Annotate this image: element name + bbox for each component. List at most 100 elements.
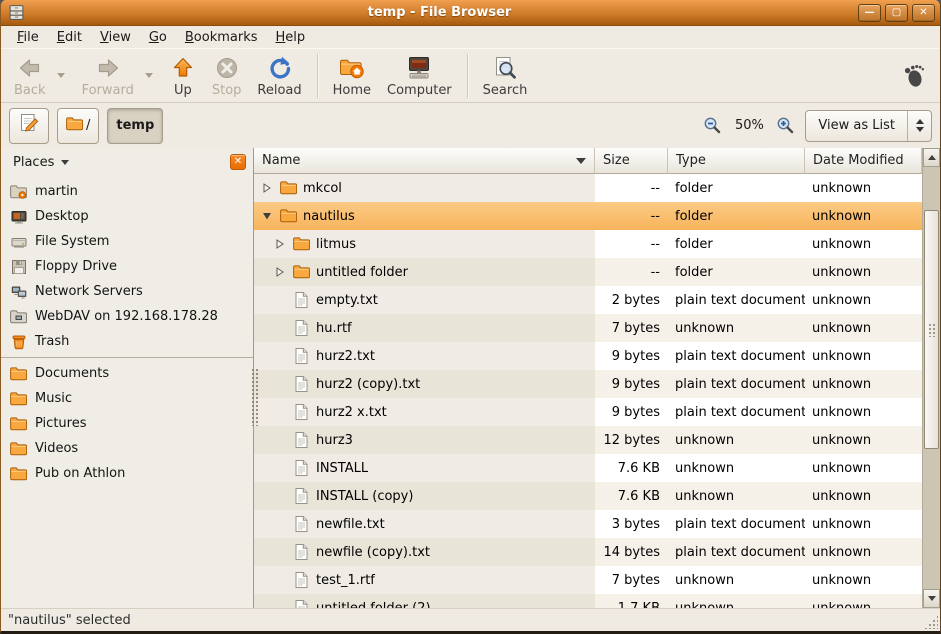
file-row-untitled-folder-2[interactable]: untitled folder (2)1.7 KBunknownunknown (254, 594, 922, 608)
expander-collapsed-icon[interactable] (260, 183, 273, 193)
file-row-install[interactable]: INSTALL7.6 KBunknownunknown (254, 454, 922, 482)
file-row-install-copy[interactable]: INSTALL (copy)7.6 KBunknownunknown (254, 482, 922, 510)
edit-location-button[interactable] (9, 108, 49, 144)
sidebar-item-documents[interactable]: Documents (1, 361, 253, 386)
file-row-untitled-folder[interactable]: untitled folder--folderunknown (254, 258, 922, 286)
view-mode-select[interactable]: View as List (805, 110, 932, 142)
file-row-hurz2-copy-txt[interactable]: hurz2 (copy).txt9 bytesplain text docume… (254, 370, 922, 398)
scrollbar-thumb[interactable] (924, 210, 939, 449)
file-row-newfile-copy-txt[interactable]: newfile (copy).txt14 bytesplain text doc… (254, 538, 922, 566)
column-header-label: Name (262, 153, 300, 168)
zoom-out-button zoom-out-icon[interactable] (703, 116, 722, 135)
file-name-label: empty.txt (316, 293, 378, 308)
window-resize-grip[interactable] (924, 615, 938, 629)
home-folder-icon (10, 184, 27, 200)
column-header-size[interactable]: Size (595, 148, 668, 174)
menu-file[interactable]: File (8, 28, 48, 47)
path-button-temp[interactable]: temp (107, 108, 163, 144)
sidebar-item-desktop[interactable]: Desktop (1, 204, 253, 229)
toolbar-button-up[interactable]: Up (162, 52, 204, 100)
column-header-date-modified[interactable]: Date Modified (805, 148, 922, 174)
text-file-icon (292, 600, 310, 608)
file-type-cell: plain text document (668, 370, 805, 398)
expander-collapsed-icon[interactable] (273, 239, 286, 249)
file-row-hurz2-x-txt[interactable]: hurz2 x.txt9 bytesplain text documentunk… (254, 398, 922, 426)
sidebar-item-network-servers[interactable]: Network Servers (1, 279, 253, 304)
menu-go[interactable]: Go (140, 28, 176, 47)
file-name-cell: mkcol (254, 174, 595, 202)
file-name-label: nautilus (303, 209, 355, 224)
sidebar-item-file-system[interactable]: File System (1, 229, 253, 254)
chevron-down-icon (57, 73, 65, 78)
file-type-cell: folder (668, 230, 805, 258)
file-row-hurz2-txt[interactable]: hurz2.txt9 bytesplain text documentunkno… (254, 342, 922, 370)
file-name-label: hurz2 (copy).txt (316, 377, 420, 392)
file-date-cell: unknown (805, 258, 922, 286)
file-row-empty-txt[interactable]: empty.txt2 bytesplain text documentunkno… (254, 286, 922, 314)
file-row-mkcol[interactable]: mkcol--folderunknown (254, 174, 922, 202)
file-size-cell: 2 bytes (595, 286, 668, 314)
view-mode-spinner[interactable] (907, 111, 931, 141)
toolbar-button-search[interactable]: Search (475, 52, 536, 100)
menu-edit[interactable]: Edit (48, 28, 91, 47)
text-file-icon (292, 348, 310, 364)
expander-collapsed-icon[interactable] (273, 267, 286, 277)
scroll-up-button[interactable] (923, 148, 940, 167)
column-header-name[interactable]: Name (254, 148, 595, 174)
root-path-button[interactable]: / (57, 108, 99, 144)
close-button[interactable]: ✕ (912, 4, 935, 22)
file-date-cell: unknown (805, 286, 922, 314)
folder-icon (10, 366, 27, 382)
sidebar-item-floppy-drive[interactable]: Floppy Drive (1, 254, 253, 279)
sidebar-item-webdav-on-192-168-178-28[interactable]: WebDAV on 192.168.178.28 (1, 304, 253, 329)
file-date-cell: unknown (805, 342, 922, 370)
sidebar-item-music[interactable]: Music (1, 386, 253, 411)
menu-view[interactable]: View (91, 28, 140, 47)
places-selector-button[interactable]: Places (8, 153, 74, 172)
expander-expanded-icon[interactable] (260, 212, 273, 220)
menu-bookmarks[interactable]: Bookmarks (176, 28, 267, 47)
text-file-icon (292, 460, 310, 476)
sidebar-close-button close-icon[interactable]: ✕ (230, 154, 246, 170)
file-size-cell: -- (595, 174, 668, 202)
sidebar-item-pictures[interactable]: Pictures (1, 411, 253, 436)
sidebar-item-trash[interactable]: Trash (1, 329, 253, 354)
sidebar-item-pub-on-athlon[interactable]: Pub on Athlon (1, 461, 253, 486)
content-area: Places ✕ martinDesktopFile SystemFloppy … (1, 148, 940, 608)
file-row-test-1-rtf[interactable]: test_1.rtf7 bytesunknownunknown (254, 566, 922, 594)
back-history-dropdown[interactable] (54, 56, 68, 96)
toolbar-button-home[interactable]: Home (325, 52, 379, 100)
file-name-label: newfile (copy).txt (316, 545, 430, 560)
file-size-cell: 7.6 KB (595, 454, 668, 482)
forward-history-dropdown[interactable] (142, 56, 156, 96)
file-name-cell: test_1.rtf (254, 566, 595, 594)
file-size-cell: 7 bytes (595, 314, 668, 342)
file-row-hurz3[interactable]: hurz312 bytesunknownunknown (254, 426, 922, 454)
toolbar-button-reload[interactable]: Reload (249, 52, 309, 100)
file-name-cell: newfile.txt (254, 510, 595, 538)
scrollbar-trough[interactable] (923, 167, 940, 589)
file-date-cell: unknown (805, 454, 922, 482)
menu-help[interactable]: Help (267, 28, 315, 47)
zoom-in-button zoom-in-icon[interactable] (776, 116, 795, 135)
spin-up-icon (916, 119, 924, 124)
toolbar-button-computer[interactable]: Computer (379, 52, 460, 100)
trash-icon (10, 334, 27, 350)
file-name-cell: litmus (254, 230, 595, 258)
pane-resize-handle[interactable] (251, 368, 258, 426)
sidebar-item-martin[interactable]: martin (1, 179, 253, 204)
file-row-litmus[interactable]: litmus--folderunknown (254, 230, 922, 258)
scroll-down-button[interactable] (923, 589, 940, 608)
file-name-label: hurz2.txt (316, 349, 375, 364)
titlebar[interactable]: temp - File Browser —▢✕ (1, 0, 940, 26)
file-row-hu-rtf[interactable]: hu.rtf7 bytesunknownunknown (254, 314, 922, 342)
column-header-type[interactable]: Type (668, 148, 805, 174)
file-row-nautilus[interactable]: nautilus--folderunknown (254, 202, 922, 230)
file-size-cell: 7.6 KB (595, 482, 668, 510)
text-file-icon (292, 376, 310, 392)
file-name-cell: hurz2.txt (254, 342, 595, 370)
maximize-button[interactable]: ▢ (885, 4, 908, 22)
minimize-button[interactable]: — (858, 4, 881, 22)
sidebar-item-videos[interactable]: Videos (1, 436, 253, 461)
file-row-newfile-txt[interactable]: newfile.txt3 bytesplain text documentunk… (254, 510, 922, 538)
